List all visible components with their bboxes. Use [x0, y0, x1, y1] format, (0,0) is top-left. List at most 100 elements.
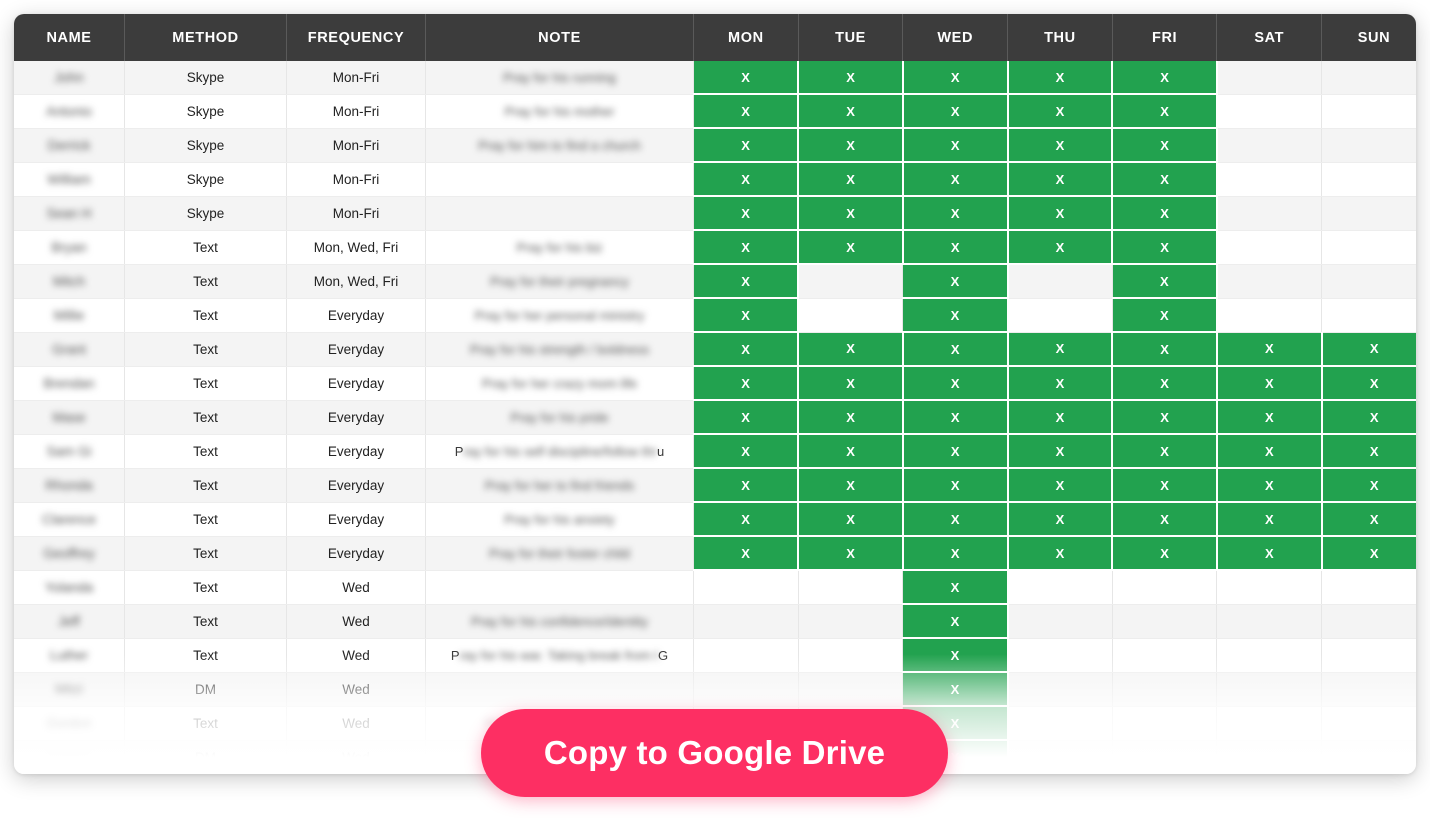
cell-day-tue[interactable] — [798, 298, 904, 333]
cell-day-wed-marked[interactable]: X — [902, 366, 1009, 401]
cell-day-wed-marked[interactable]: X — [902, 162, 1009, 197]
table-row[interactable]: Yolanda Text Wed X — [14, 570, 1416, 605]
column-header-sat[interactable]: SAT — [1216, 14, 1323, 61]
cell-day-sun[interactable] — [1321, 196, 1416, 231]
table-row[interactable]: Sam Gi Text Everyday Pray for his self disc… — [14, 434, 1416, 469]
cell-day-thu[interactable] — [1007, 298, 1113, 333]
cell-day-tue-marked[interactable]: X — [798, 162, 904, 197]
cell-day-sat[interactable] — [1216, 128, 1323, 163]
cell-day-tue-marked[interactable]: X — [798, 94, 904, 129]
cell-day-thu[interactable] — [1007, 706, 1113, 741]
cell-day-mon[interactable] — [693, 638, 799, 673]
cell-day-fri-marked[interactable]: X — [1112, 332, 1218, 367]
cell-day-thu-marked[interactable]: X — [1007, 400, 1114, 435]
cell-day-fri-marked[interactable]: X — [1112, 196, 1218, 231]
cell-day-wed-marked[interactable]: X — [902, 196, 1009, 231]
cell-day-thu-marked[interactable]: X — [1007, 94, 1114, 129]
cell-day-sat[interactable] — [1216, 94, 1323, 129]
cell-day-thu-marked[interactable]: X — [1007, 128, 1114, 163]
cell-day-sun[interactable] — [1321, 61, 1416, 95]
column-header-wed[interactable]: WED — [902, 14, 1009, 61]
cell-day-wed-marked[interactable]: X — [902, 128, 1009, 163]
cell-day-sun-marked[interactable]: X — [1321, 332, 1416, 367]
cell-day-fri-marked[interactable]: X — [1112, 128, 1218, 163]
cell-day-sat-marked[interactable]: X — [1216, 434, 1323, 469]
column-header-fri[interactable]: FRI — [1112, 14, 1218, 61]
cell-day-tue-marked[interactable]: X — [798, 61, 904, 95]
cell-day-tue-marked[interactable]: X — [798, 366, 904, 401]
column-header-sun[interactable]: SUN — [1321, 14, 1416, 61]
cell-day-wed-marked[interactable]: X — [902, 230, 1009, 265]
cell-day-sat-marked[interactable]: X — [1216, 536, 1323, 571]
cell-day-sun[interactable] — [1321, 706, 1416, 741]
cell-day-mon-marked[interactable]: X — [693, 162, 800, 197]
cell-day-fri-marked[interactable]: X — [1112, 94, 1218, 129]
cell-day-fri[interactable] — [1112, 706, 1218, 741]
cell-day-tue-marked[interactable]: X — [798, 128, 904, 163]
cell-day-fri-marked[interactable]: X — [1112, 434, 1218, 469]
cell-day-fri[interactable] — [1112, 740, 1218, 774]
cell-day-mon[interactable] — [693, 672, 799, 707]
cell-day-fri-marked[interactable]: X — [1112, 162, 1218, 197]
cell-day-mon-marked[interactable]: X — [693, 434, 800, 469]
cell-day-sun-marked[interactable]: X — [1321, 502, 1416, 537]
cell-day-wed-marked[interactable]: X — [902, 570, 1009, 605]
copy-to-google-drive-button[interactable]: Copy to Google Drive — [481, 709, 948, 797]
cell-day-tue-marked[interactable]: X — [798, 196, 904, 231]
cell-day-sat-marked[interactable]: X — [1216, 400, 1323, 435]
cell-day-wed-marked[interactable]: X — [902, 502, 1009, 537]
table-row[interactable]: Mitch Text Mon, Wed, Fri Pray for their pre… — [14, 264, 1416, 299]
table-row[interactable]: Geoffrey Text Everyday Pray for their foste… — [14, 536, 1416, 571]
cell-day-wed-marked[interactable]: X — [902, 264, 1009, 299]
table-row[interactable]: Antonio Skype Mon-Fri Pray for his mother X X… — [14, 94, 1416, 129]
cell-day-sat-marked[interactable]: X — [1216, 468, 1323, 503]
cell-day-fri-marked[interactable]: X — [1112, 502, 1218, 537]
cell-day-mon-marked[interactable]: X — [693, 196, 800, 231]
cell-day-sun[interactable] — [1321, 672, 1416, 707]
cell-day-thu-marked[interactable]: X — [1007, 434, 1114, 469]
cell-day-sat[interactable] — [1216, 264, 1323, 299]
table-row[interactable]: Brendan Text Everyday Pray for her crazy mo… — [14, 366, 1416, 401]
cell-day-sun[interactable] — [1321, 604, 1416, 639]
cell-day-fri-marked[interactable]: X — [1112, 298, 1218, 333]
cell-day-fri[interactable] — [1112, 604, 1218, 639]
table-row[interactable]: Derrick Skype Mon-Fri Pray for him to find … — [14, 128, 1416, 163]
cell-day-fri[interactable] — [1112, 672, 1218, 707]
cell-day-fri-marked[interactable]: X — [1112, 536, 1218, 571]
cell-day-fri-marked[interactable]: X — [1112, 468, 1218, 503]
cell-day-sat-marked[interactable]: X — [1216, 366, 1323, 401]
table-row[interactable]: Rhonda Text Everyday Pray for her to find f… — [14, 468, 1416, 503]
cell-day-fri[interactable] — [1112, 638, 1218, 673]
cell-day-mon-marked[interactable]: X — [693, 298, 800, 333]
cell-day-thu[interactable] — [1007, 638, 1113, 673]
cell-day-sat[interactable] — [1216, 61, 1323, 95]
cell-day-thu-marked[interactable]: X — [1007, 366, 1114, 401]
cell-day-sun-marked[interactable]: X — [1321, 468, 1416, 503]
table-row[interactable]: Grant Text Everyday Pray for his strength /… — [14, 332, 1416, 367]
cell-day-tue-marked[interactable]: X — [798, 400, 904, 435]
table-row[interactable]: Sean H Skype Mon-Fri X X X X X — [14, 196, 1416, 231]
cell-day-sun[interactable] — [1321, 94, 1416, 129]
cell-day-tue-marked[interactable]: X — [798, 230, 904, 265]
cell-day-sat[interactable] — [1216, 604, 1323, 639]
table-row[interactable]: John Skype Mon-Fri Pray for his running X X X X… — [14, 61, 1416, 95]
cell-day-mon-marked[interactable]: X — [693, 128, 800, 163]
cell-day-thu-marked[interactable]: X — [1007, 61, 1114, 95]
column-header-frequency[interactable]: FREQUENCY — [286, 14, 426, 61]
column-header-thu[interactable]: THU — [1007, 14, 1113, 61]
cell-day-thu-marked[interactable]: X — [1007, 230, 1114, 265]
cell-day-wed-marked[interactable]: X — [902, 61, 1009, 95]
table-row[interactable]: William Skype Mon-Fri X X X X X — [14, 162, 1416, 197]
cell-day-wed-marked[interactable]: X — [902, 94, 1009, 129]
cell-day-sat-marked[interactable]: X — [1216, 502, 1323, 537]
cell-day-sat[interactable] — [1216, 672, 1323, 707]
cell-day-thu-marked[interactable]: X — [1007, 502, 1114, 537]
cell-day-tue-marked[interactable]: X — [798, 502, 904, 537]
cell-day-sun[interactable] — [1321, 230, 1416, 265]
cell-day-fri-marked[interactable]: X — [1112, 366, 1218, 401]
cell-day-fri-marked[interactable]: X — [1112, 400, 1218, 435]
cell-day-mon[interactable] — [693, 570, 799, 605]
cell-day-sun[interactable] — [1321, 298, 1416, 333]
cell-day-tue-marked[interactable]: X — [798, 468, 904, 503]
table-row[interactable]: Bryan Text Mon, Wed, Fri Pray for his biz X X… — [14, 230, 1416, 265]
